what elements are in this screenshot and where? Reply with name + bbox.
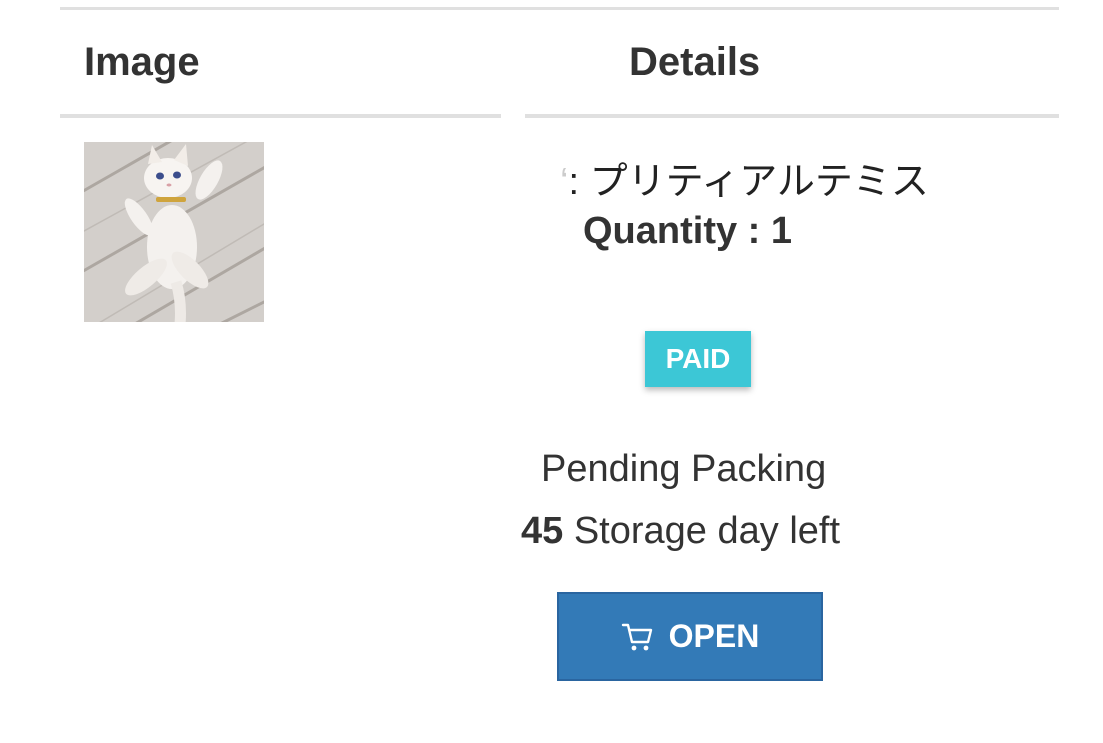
quantity-line: Quantity : 1	[583, 210, 792, 258]
header-divider-details	[525, 114, 1059, 118]
order-item-page: Image Details ‘: プリティアルテミス Quantity: 1 …	[0, 0, 1103, 743]
header-divider-image	[60, 114, 501, 118]
packing-state: Pending Packing	[541, 448, 827, 490]
open-button[interactable]: OPEN	[557, 592, 823, 681]
storage-days-count: 45	[521, 510, 564, 552]
item-name: ‘: プリティアルテミス	[560, 150, 1020, 203]
item-thumbnail[interactable]	[84, 142, 264, 322]
quantity-label: Quantity	[583, 210, 738, 252]
quantity-value: 1	[770, 210, 793, 252]
table-top-border	[60, 7, 1059, 10]
cart-icon	[621, 623, 652, 650]
storage-days-label: Storage day left	[563, 510, 841, 552]
column-header-image: Image	[84, 39, 200, 84]
storage-days-left: 45 Storage day left	[521, 510, 840, 553]
item-name-text: : プリティアルテミス	[568, 161, 929, 203]
open-button-label: OPEN	[668, 618, 760, 654]
column-header-details: Details	[629, 39, 761, 84]
payment-status-badge: PAID	[645, 331, 751, 387]
quantity-separator: :	[737, 210, 771, 252]
